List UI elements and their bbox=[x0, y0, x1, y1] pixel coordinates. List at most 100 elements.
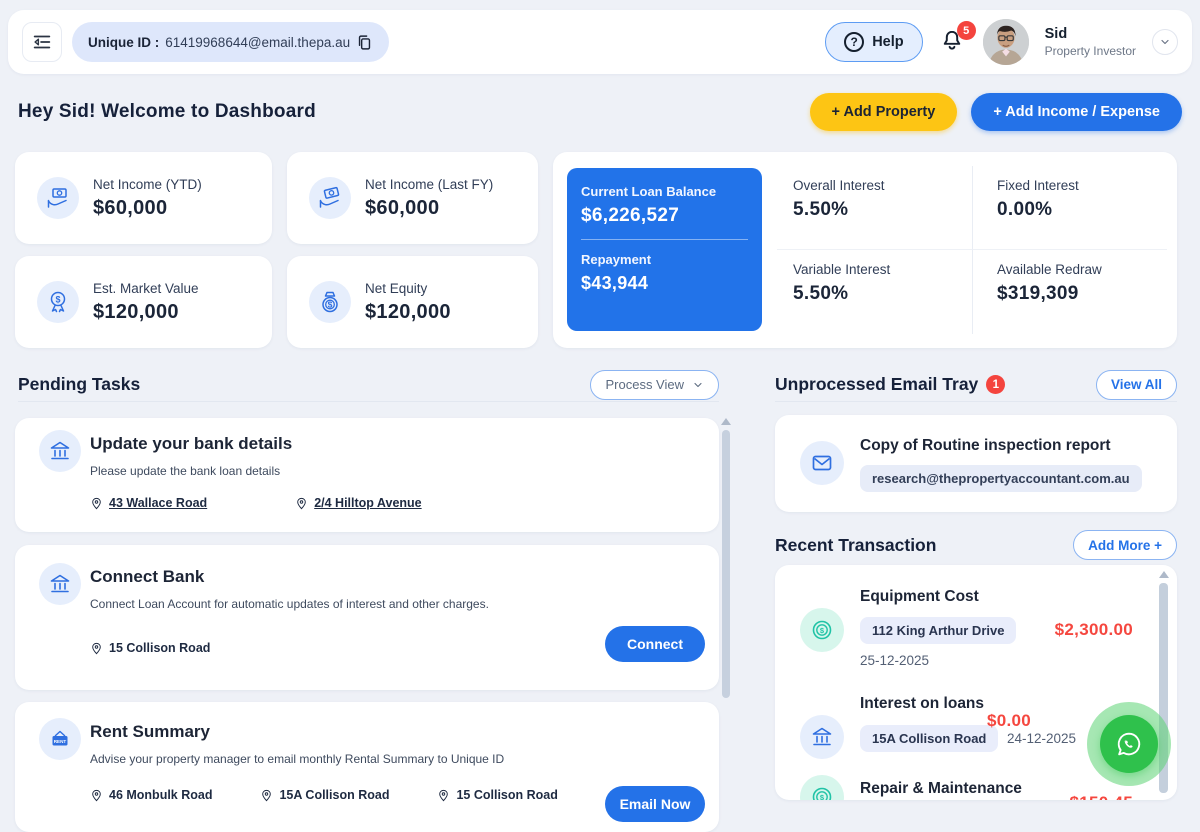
divider bbox=[581, 239, 748, 240]
whatsapp-button[interactable] bbox=[1100, 715, 1158, 773]
interest-grid: Overall Interest 5.50% Fixed Interest 0.… bbox=[777, 166, 1167, 334]
copy-icon[interactable] bbox=[356, 34, 373, 51]
email-tray-title: Unprocessed Email Tray bbox=[775, 374, 979, 394]
task-locations: 15 Collison Road bbox=[90, 641, 210, 655]
transaction-property-pill: 15A Collison Road bbox=[860, 725, 999, 752]
question-mark-icon: ? bbox=[844, 32, 865, 52]
scrollbar-thumb[interactable] bbox=[722, 430, 730, 698]
header-buttons: + Add Property + Add Income / Expense bbox=[809, 93, 1182, 131]
recent-transaction-header: Recent Transaction Add More + bbox=[775, 528, 1177, 562]
transaction-name: Equipment Cost bbox=[860, 588, 979, 605]
location-link[interactable]: 15 Collison Road bbox=[90, 641, 210, 655]
user-name: Sid bbox=[1044, 26, 1068, 42]
pin-icon bbox=[297, 497, 306, 509]
location-link[interactable]: 43 Wallace Road bbox=[90, 496, 207, 510]
interest-label: Variable Interest bbox=[793, 262, 891, 277]
svg-text:$: $ bbox=[820, 793, 825, 800]
recent-transaction-title: Recent Transaction bbox=[775, 534, 937, 555]
task-title: Rent Summary bbox=[90, 722, 210, 741]
svg-text:RENT: RENT bbox=[54, 739, 67, 744]
stat-text: Net Income (Last FY) $60,000 bbox=[365, 177, 493, 220]
stat-text: Est. Market Value $120,000 bbox=[93, 281, 199, 324]
interest-value: 5.50% bbox=[793, 283, 849, 304]
stat-value: $120,000 bbox=[93, 300, 179, 323]
svg-text:$: $ bbox=[55, 294, 60, 304]
scroll-up-arrow[interactable] bbox=[1159, 571, 1169, 578]
task-title: Connect Bank bbox=[90, 567, 205, 586]
stat-card-net-income-lastfy: Net Income (Last FY) $60,000 bbox=[287, 152, 538, 244]
current-loan-card: Current Loan Balance $6,226,527 Repaymen… bbox=[567, 168, 762, 331]
notifications-button[interactable]: 5 bbox=[939, 21, 976, 56]
interest-cell-fixed: Fixed Interest 0.00% bbox=[972, 166, 1167, 250]
svg-text:$: $ bbox=[328, 300, 333, 310]
email-tray-count-badge: 1 bbox=[986, 375, 1006, 394]
loan-balance-value: $6,226,527 bbox=[581, 205, 680, 226]
repayment-label: Repayment bbox=[581, 252, 652, 267]
process-view-value: Process View bbox=[605, 377, 684, 392]
interest-label: Overall Interest bbox=[793, 178, 885, 193]
interest-cell-redraw: Available Redraw $319,309 bbox=[972, 250, 1167, 334]
avatar[interactable] bbox=[982, 19, 1029, 65]
task-card-connect-bank: Connect Bank Connect Loan Account for au… bbox=[15, 545, 719, 690]
unique-id-value: 61419968644@email.thepa.au bbox=[165, 34, 351, 50]
connect-button[interactable]: Connect bbox=[605, 626, 705, 662]
scroll-up-arrow[interactable] bbox=[721, 418, 731, 425]
stat-text: Net Equity $120,000 bbox=[365, 281, 451, 324]
stat-value: $60,000 bbox=[93, 196, 168, 219]
add-more-button[interactable]: Add More + bbox=[1073, 530, 1177, 560]
help-button[interactable]: ? Help bbox=[825, 22, 923, 62]
money-bag-icon: $ bbox=[309, 281, 351, 323]
transaction-date: 24-12-2025 bbox=[1007, 731, 1077, 746]
interest-label: Available Redraw bbox=[997, 262, 1102, 277]
badge-money-icon: $ bbox=[37, 281, 79, 323]
task-title: Update your bank details bbox=[90, 434, 293, 453]
envelope-icon bbox=[800, 441, 844, 485]
sidebar-collapse-button[interactable] bbox=[22, 22, 62, 62]
task-card-update-bank-details: Update your bank details Please update t… bbox=[15, 418, 719, 532]
unique-id-pill: Unique ID : 61419968644@email.thepa.au bbox=[72, 22, 390, 62]
pin-icon bbox=[92, 497, 101, 509]
stat-label: Net Income (Last FY) bbox=[365, 176, 494, 192]
stat-text: Net Income (YTD) $60,000 bbox=[93, 177, 202, 220]
stat-label: Net Income (YTD) bbox=[93, 176, 202, 192]
task-subtitle: Connect Loan Account for automatic updat… bbox=[90, 597, 489, 611]
help-label: Help bbox=[872, 34, 904, 50]
hand-money-icon bbox=[37, 177, 79, 219]
stat-card-net-income-ytd: Net Income (YTD) $60,000 bbox=[15, 152, 272, 244]
transaction-amount: $0.00 bbox=[987, 711, 1032, 730]
location-link[interactable]: 2/4 Hilltop Avenue bbox=[295, 496, 422, 510]
task-subtitle: Advise your property manager to email mo… bbox=[90, 752, 505, 766]
profile-menu-button[interactable] bbox=[1152, 29, 1178, 55]
topbar-right-group: ? Help 5 Sid Property Investor bbox=[825, 19, 1178, 65]
bank-icon bbox=[800, 715, 844, 759]
svg-text:$: $ bbox=[820, 626, 825, 635]
loan-summary-card: Current Loan Balance $6,226,527 Repaymen… bbox=[553, 152, 1177, 348]
task-card-rent-summary: RENT Rent Summary Advise your property m… bbox=[15, 702, 719, 832]
transaction-name: Repair & Maintenance bbox=[860, 780, 1022, 797]
add-income-expense-button[interactable]: + Add Income / Expense bbox=[971, 93, 1182, 131]
bank-icon bbox=[39, 563, 81, 605]
pin-icon bbox=[92, 642, 101, 654]
add-property-button[interactable]: + Add Property bbox=[809, 93, 958, 131]
email-tray-item[interactable]: Copy of Routine inspection report resear… bbox=[775, 415, 1177, 512]
interest-value: $319,309 bbox=[997, 283, 1079, 304]
tasks-scrollbar[interactable] bbox=[721, 418, 731, 800]
stat-value: $120,000 bbox=[365, 300, 451, 323]
process-view-select[interactable]: Process View bbox=[590, 369, 719, 400]
avatar-photo bbox=[982, 19, 1029, 65]
rent-sign-icon: RENT bbox=[39, 718, 81, 760]
unique-id-label: Unique ID : bbox=[88, 34, 160, 50]
email-subject: Copy of Routine inspection report bbox=[860, 437, 1111, 454]
loan-balance-label: Current Loan Balance bbox=[581, 184, 717, 199]
page-title: Hey Sid! Welcome to Dashboard bbox=[18, 101, 316, 122]
task-subtitle: Please update the bank loan details bbox=[90, 464, 281, 478]
chevron-down-icon bbox=[1161, 39, 1169, 45]
view-all-button[interactable]: View All bbox=[1095, 369, 1177, 400]
stat-card-est-market-value: $ Est. Market Value $120,000 bbox=[15, 256, 272, 348]
hand-note-icon bbox=[309, 177, 351, 219]
email-now-button[interactable]: Email Now bbox=[605, 786, 705, 822]
repayment-value: $43,944 bbox=[581, 273, 649, 293]
transaction-amount: $2,300.00 bbox=[1054, 620, 1133, 639]
interest-cell-overall: Overall Interest 5.50% bbox=[777, 166, 972, 250]
transaction-name: Interest on loans bbox=[860, 695, 985, 712]
